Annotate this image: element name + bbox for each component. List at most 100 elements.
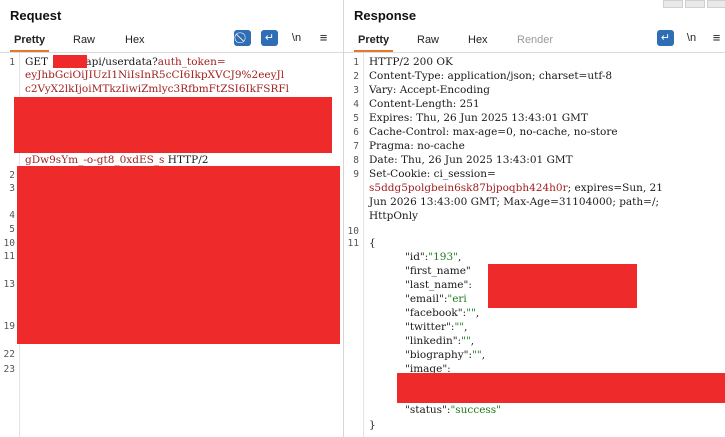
json-key: "email" <box>405 293 444 305</box>
json-facebook: "facebook":"", <box>405 307 480 319</box>
request-token-line-2: eyJhbGciOiJIUzI1NiIsInR5cCI6IkpXVCJ9%2ee… <box>25 69 285 81</box>
wrap-lines-icon[interactable]: ↵ <box>261 30 278 46</box>
json-linkedin: "linkedin":"", <box>405 335 475 347</box>
json-email: "email":"eri <box>405 293 467 305</box>
json-value: "success" <box>450 404 502 416</box>
newline-toggle[interactable]: \n <box>683 30 700 46</box>
header-content-length: Content-Length: 251 <box>369 98 480 110</box>
line-number: 1 <box>9 57 15 68</box>
response-gutter: 1 2 3 4 5 6 7 8 9 10 11 <box>344 53 364 437</box>
json-key: "biography" <box>405 349 469 361</box>
json-key: "twitter" <box>405 321 451 333</box>
json-value: "193" <box>428 251 458 263</box>
header-expires: Expires: Thu, 26 Jun 2025 13:43:01 GMT <box>369 112 588 124</box>
json-value: "" <box>454 321 465 333</box>
hide-icon[interactable]: ⃠ <box>234 30 251 46</box>
status-line: HTTP/2 200 OK <box>369 56 453 68</box>
response-tab-render[interactable]: Render <box>517 34 553 46</box>
line-number: 23 <box>3 364 15 375</box>
layout-toggle-left[interactable] <box>663 0 683 8</box>
header-pragma: Pragma: no-cache <box>369 140 465 152</box>
request-tab-hex[interactable]: Hex <box>125 34 145 46</box>
json-id: "id":"193", <box>405 251 462 263</box>
cookie-attributes: ; expires=Sun, 21 <box>567 182 663 194</box>
line-number: 7 <box>353 141 359 152</box>
response-tab-pretty[interactable]: Pretty <box>353 34 394 52</box>
newline-toggle[interactable]: \n <box>288 30 305 46</box>
json-key: "facebook" <box>405 307 463 319</box>
line-number: 22 <box>3 349 15 360</box>
set-cookie-value-line: s5ddg5polgbein6sk87bjpoqbh424h0r; expire… <box>369 182 663 194</box>
json-first-name: "first_name" <box>405 265 471 277</box>
json-value: "" <box>472 349 482 361</box>
request-editor[interactable]: 1 2 3 4 5 10 11 13 19 22 23 GET api/user… <box>0 53 343 437</box>
line-number: 8 <box>353 155 359 166</box>
layout-toggle-middle[interactable] <box>685 0 705 8</box>
header-cache-control: Cache-Control: max-age=0, no-cache, no-s… <box>369 126 618 138</box>
json-key: "status" <box>405 404 447 416</box>
wrap-lines-icon[interactable]: ↵ <box>657 30 674 46</box>
cookie-value: s5ddg5polgbein6sk87bjpoqbh424h0r <box>369 182 568 194</box>
line-number: 5 <box>353 113 359 124</box>
line-number: 11 <box>3 251 15 262</box>
response-tab-raw[interactable]: Raw <box>417 34 439 46</box>
request-token-line-3: c2VyX2lkIjoiMTkzIiwiZmlyc3RfbmFtZSI6IkFS… <box>25 83 290 95</box>
line-number: 10 <box>347 226 359 237</box>
url-path: api/userdata? <box>85 56 158 68</box>
json-value: "eri <box>447 293 467 305</box>
set-cookie-line-2: Jun 2026 13:43:00 GMT; Max-Age=31104000;… <box>369 196 660 208</box>
line-number: 13 <box>3 279 15 290</box>
line-number: 11 <box>347 238 359 249</box>
line-number: 3 <box>353 85 359 96</box>
json-key: "id" <box>405 251 425 263</box>
query-param-name: auth_token= <box>157 56 226 68</box>
header-date: Date: Thu, 26 Jun 2025 13:43:01 GMT <box>369 154 573 166</box>
json-key: "linkedin" <box>405 335 458 347</box>
json-biography: "biography":"", <box>405 349 486 361</box>
header-set-cookie: Set-Cookie: ci_session= <box>369 168 496 180</box>
json-open-brace: { <box>369 237 376 249</box>
json-key: "first_name" <box>405 265 471 277</box>
line-number: 2 <box>353 71 359 82</box>
line-number: 6 <box>353 127 359 138</box>
request-token-line-end: gDw9sYm_-o-gt8_0xdES_s HTTP/2 <box>25 154 208 166</box>
request-tab-raw[interactable]: Raw <box>73 34 95 46</box>
response-editor[interactable]: 1 2 3 4 5 6 7 8 9 10 11 HTTP/2 200 OK Co… <box>344 53 725 437</box>
json-close-brace: } <box>369 419 376 431</box>
menu-icon[interactable]: ≡ <box>315 30 332 46</box>
response-title: Response <box>354 8 417 23</box>
header-content-type: Content-Type: application/json; charset=… <box>369 70 613 82</box>
token-tail: gDw9sYm_-o-gt8_0xdES_s <box>25 154 165 166</box>
json-key: "last_name" <box>405 279 469 291</box>
line-number: 10 <box>3 238 15 249</box>
response-pane: Response Pretty Raw Hex Render ↵ \n ≡ 1 … <box>344 0 725 437</box>
redacted-host <box>53 55 87 68</box>
redacted-image-url <box>397 373 725 403</box>
line-number: 9 <box>353 169 359 180</box>
line-number: 3 <box>9 183 15 194</box>
set-cookie-line-3: HttpOnly <box>369 210 418 222</box>
line-number: 19 <box>3 321 15 332</box>
line-number: 4 <box>9 210 15 221</box>
json-value: "" <box>461 335 471 347</box>
line-number: 1 <box>353 57 359 68</box>
redacted-personal-info <box>488 264 637 308</box>
json-status: "status":"success" <box>405 404 502 416</box>
http-protocol: HTTP/2 <box>164 154 209 166</box>
request-pane: Request Pretty Raw Hex ⃠ ↵ \n ≡ 1 2 3 4 … <box>0 0 344 437</box>
response-tab-hex[interactable]: Hex <box>468 34 488 46</box>
redacted-token <box>14 97 332 153</box>
line-number: 2 <box>9 170 15 181</box>
redacted-headers <box>17 166 340 344</box>
layout-toggle-right[interactable] <box>707 0 725 8</box>
json-twitter: "twitter":"", <box>405 321 468 333</box>
http-method: GET <box>25 56 52 68</box>
request-title: Request <box>10 8 62 23</box>
line-number: 5 <box>9 224 15 235</box>
header-vary: Vary: Accept-Encoding <box>369 84 490 96</box>
menu-icon[interactable]: ≡ <box>708 30 725 46</box>
json-value: "" <box>466 307 476 319</box>
json-last-name: "last_name": <box>405 279 472 291</box>
request-tab-pretty[interactable]: Pretty <box>9 34 50 52</box>
line-number: 4 <box>353 99 359 110</box>
